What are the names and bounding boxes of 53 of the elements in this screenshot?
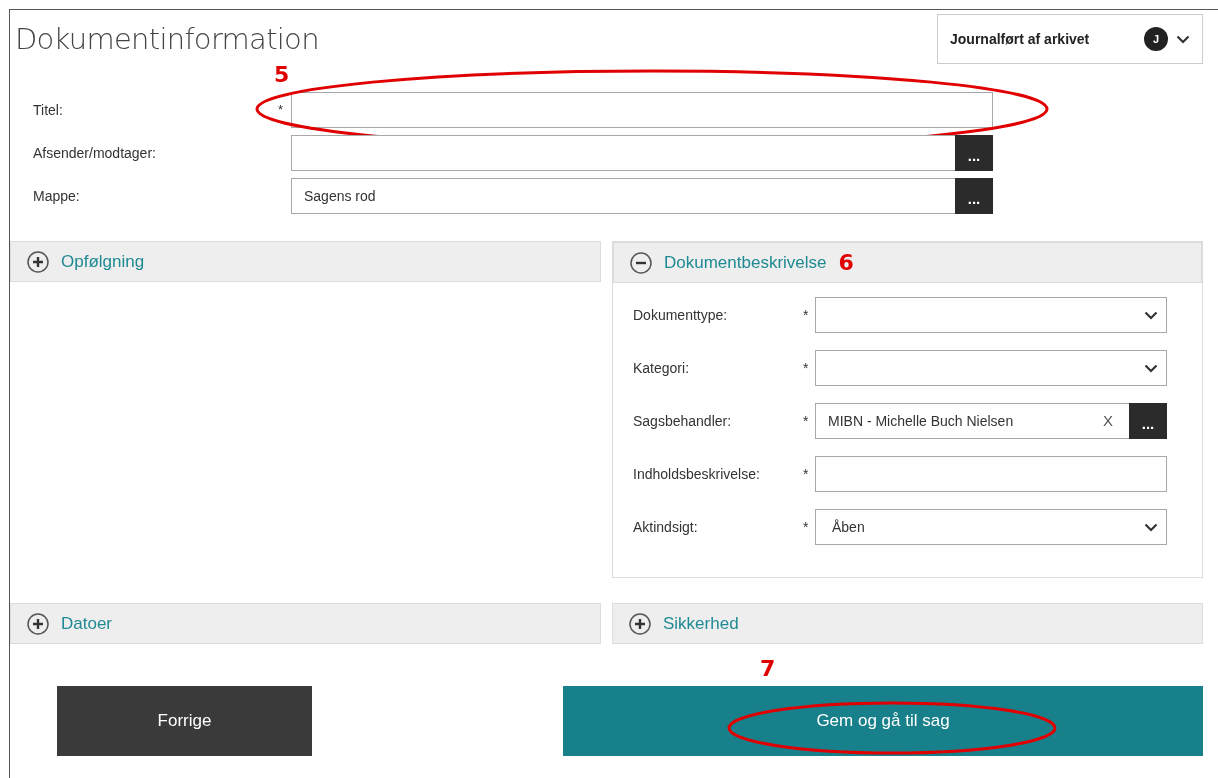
more-button[interactable]: ...: [1129, 403, 1167, 439]
save-button[interactable]: Gem og gå til sag: [563, 686, 1203, 756]
clear-button[interactable]: X: [1103, 409, 1113, 433]
status-dropdown[interactable]: Journalført af arkivet J: [937, 14, 1203, 64]
required-asterisk: *: [803, 358, 809, 378]
text-field[interactable]: [291, 92, 993, 128]
section-header[interactable]: Opfølgning: [10, 241, 601, 282]
section-title: Opfølgning: [61, 250, 145, 273]
back-button[interactable]: Forrige: [57, 686, 312, 756]
avatar: J: [1144, 27, 1168, 51]
annotation-number: 5: [274, 64, 290, 86]
dropdown-field[interactable]: [815, 297, 1167, 333]
dropdown-value: Åben: [832, 517, 865, 537]
required-asterisk: *: [803, 411, 809, 431]
more-button[interactable]: ...: [955, 135, 993, 171]
chevron-down-icon: [1144, 363, 1158, 373]
section-title: Datoer: [61, 612, 113, 635]
chevron-down-icon: [1144, 310, 1158, 320]
lookup-field[interactable]: Sagens rod: [291, 178, 955, 214]
minus-circle-icon: [630, 251, 652, 274]
section-title: Dokumentbeskrivelse: [664, 251, 827, 274]
lookup-field[interactable]: MIBN - Michelle Buch Nielsen X: [815, 403, 1129, 439]
plus-circle-icon: [629, 612, 651, 635]
field-label: Afsender/modtager:: [33, 143, 157, 163]
dropdown-field[interactable]: [815, 350, 1167, 386]
plus-circle-icon: [27, 250, 49, 273]
annotation-number: 7: [760, 658, 776, 680]
field-label: Indholdsbeskrivelse:: [633, 464, 761, 484]
more-button[interactable]: ...: [955, 178, 993, 214]
field-value: Sagens rod: [304, 186, 376, 206]
annotation-number: 6: [838, 251, 854, 274]
section-header[interactable]: Datoer: [10, 603, 601, 644]
field-label: Kategori:: [633, 358, 691, 378]
text-field[interactable]: [815, 456, 1167, 492]
required-asterisk: *: [803, 464, 809, 484]
section-header[interactable]: Sikkerhed: [612, 603, 1203, 644]
lookup-field[interactable]: [291, 135, 955, 171]
required-asterisk: *: [803, 517, 809, 537]
chevron-down-icon: [1144, 522, 1158, 532]
dropdown-field[interactable]: Åben: [815, 509, 1167, 545]
required-asterisk: *: [278, 101, 284, 120]
plus-circle-icon: [27, 612, 49, 635]
section-header[interactable]: Dokumentbeskrivelse 6: [613, 242, 1202, 283]
section-title: Sikkerhed: [663, 612, 739, 635]
chevron-down-icon: [1176, 34, 1190, 44]
field-value: MIBN - Michelle Buch Nielsen: [828, 411, 1014, 431]
field-label: Sagsbehandler:: [633, 411, 733, 431]
required-asterisk: *: [803, 305, 809, 325]
field-label: Aktindsigt:: [633, 517, 699, 537]
field-label: Titel:: [33, 100, 64, 120]
page-title: Dokumentinformation: [14, 21, 319, 58]
field-label: Dokumenttype:: [633, 305, 729, 325]
field-label: Mappe:: [33, 186, 81, 206]
